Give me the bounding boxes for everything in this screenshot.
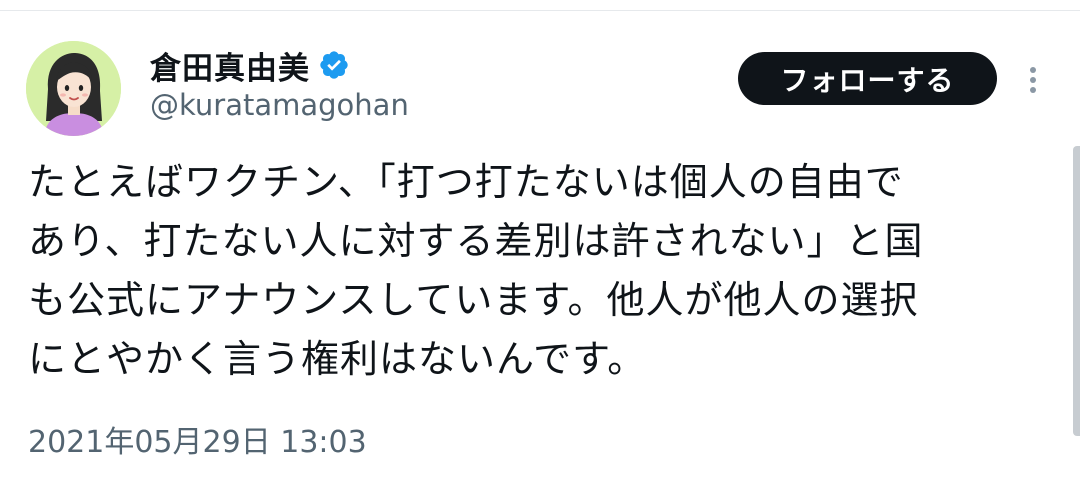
follow-button[interactable]: フォローする	[738, 52, 997, 105]
scrollbar-thumb[interactable]	[1073, 146, 1080, 436]
avatar[interactable]	[26, 41, 121, 136]
tweet-text-line: にとやかく言う権利はないんです。	[28, 337, 647, 381]
tweet-text: たとえばワクチン、「打つ打たないは個人の自由で あり、打たない人に対する差別は許…	[28, 153, 1048, 389]
verified-badge-icon	[318, 49, 350, 81]
more-options-icon	[1030, 67, 1036, 93]
tweet-text-line: も公式にアナウンスしています。他人が他人の選択	[28, 278, 919, 322]
avatar-illustration	[26, 41, 121, 136]
tweet-timestamp[interactable]: 2021年05月29日 13:03	[28, 417, 367, 461]
tweet-text-line: たとえばワクチン、「打つ打たないは個人の自由で	[28, 160, 904, 204]
author-handle[interactable]: @kuratamagohan	[150, 88, 409, 122]
tweet-page: 倉田真由美 @kuratamagohan フォローする たとえばワクチン、「打つ…	[0, 0, 1080, 482]
top-divider	[0, 10, 1080, 11]
more-options-button[interactable]	[1018, 55, 1048, 105]
tweet-text-line: あり、打たない人に対する差別は許されない」と国	[28, 219, 924, 263]
author-display-name[interactable]: 倉田真由美	[150, 43, 310, 88]
author-name-row: 倉田真由美	[150, 42, 350, 88]
